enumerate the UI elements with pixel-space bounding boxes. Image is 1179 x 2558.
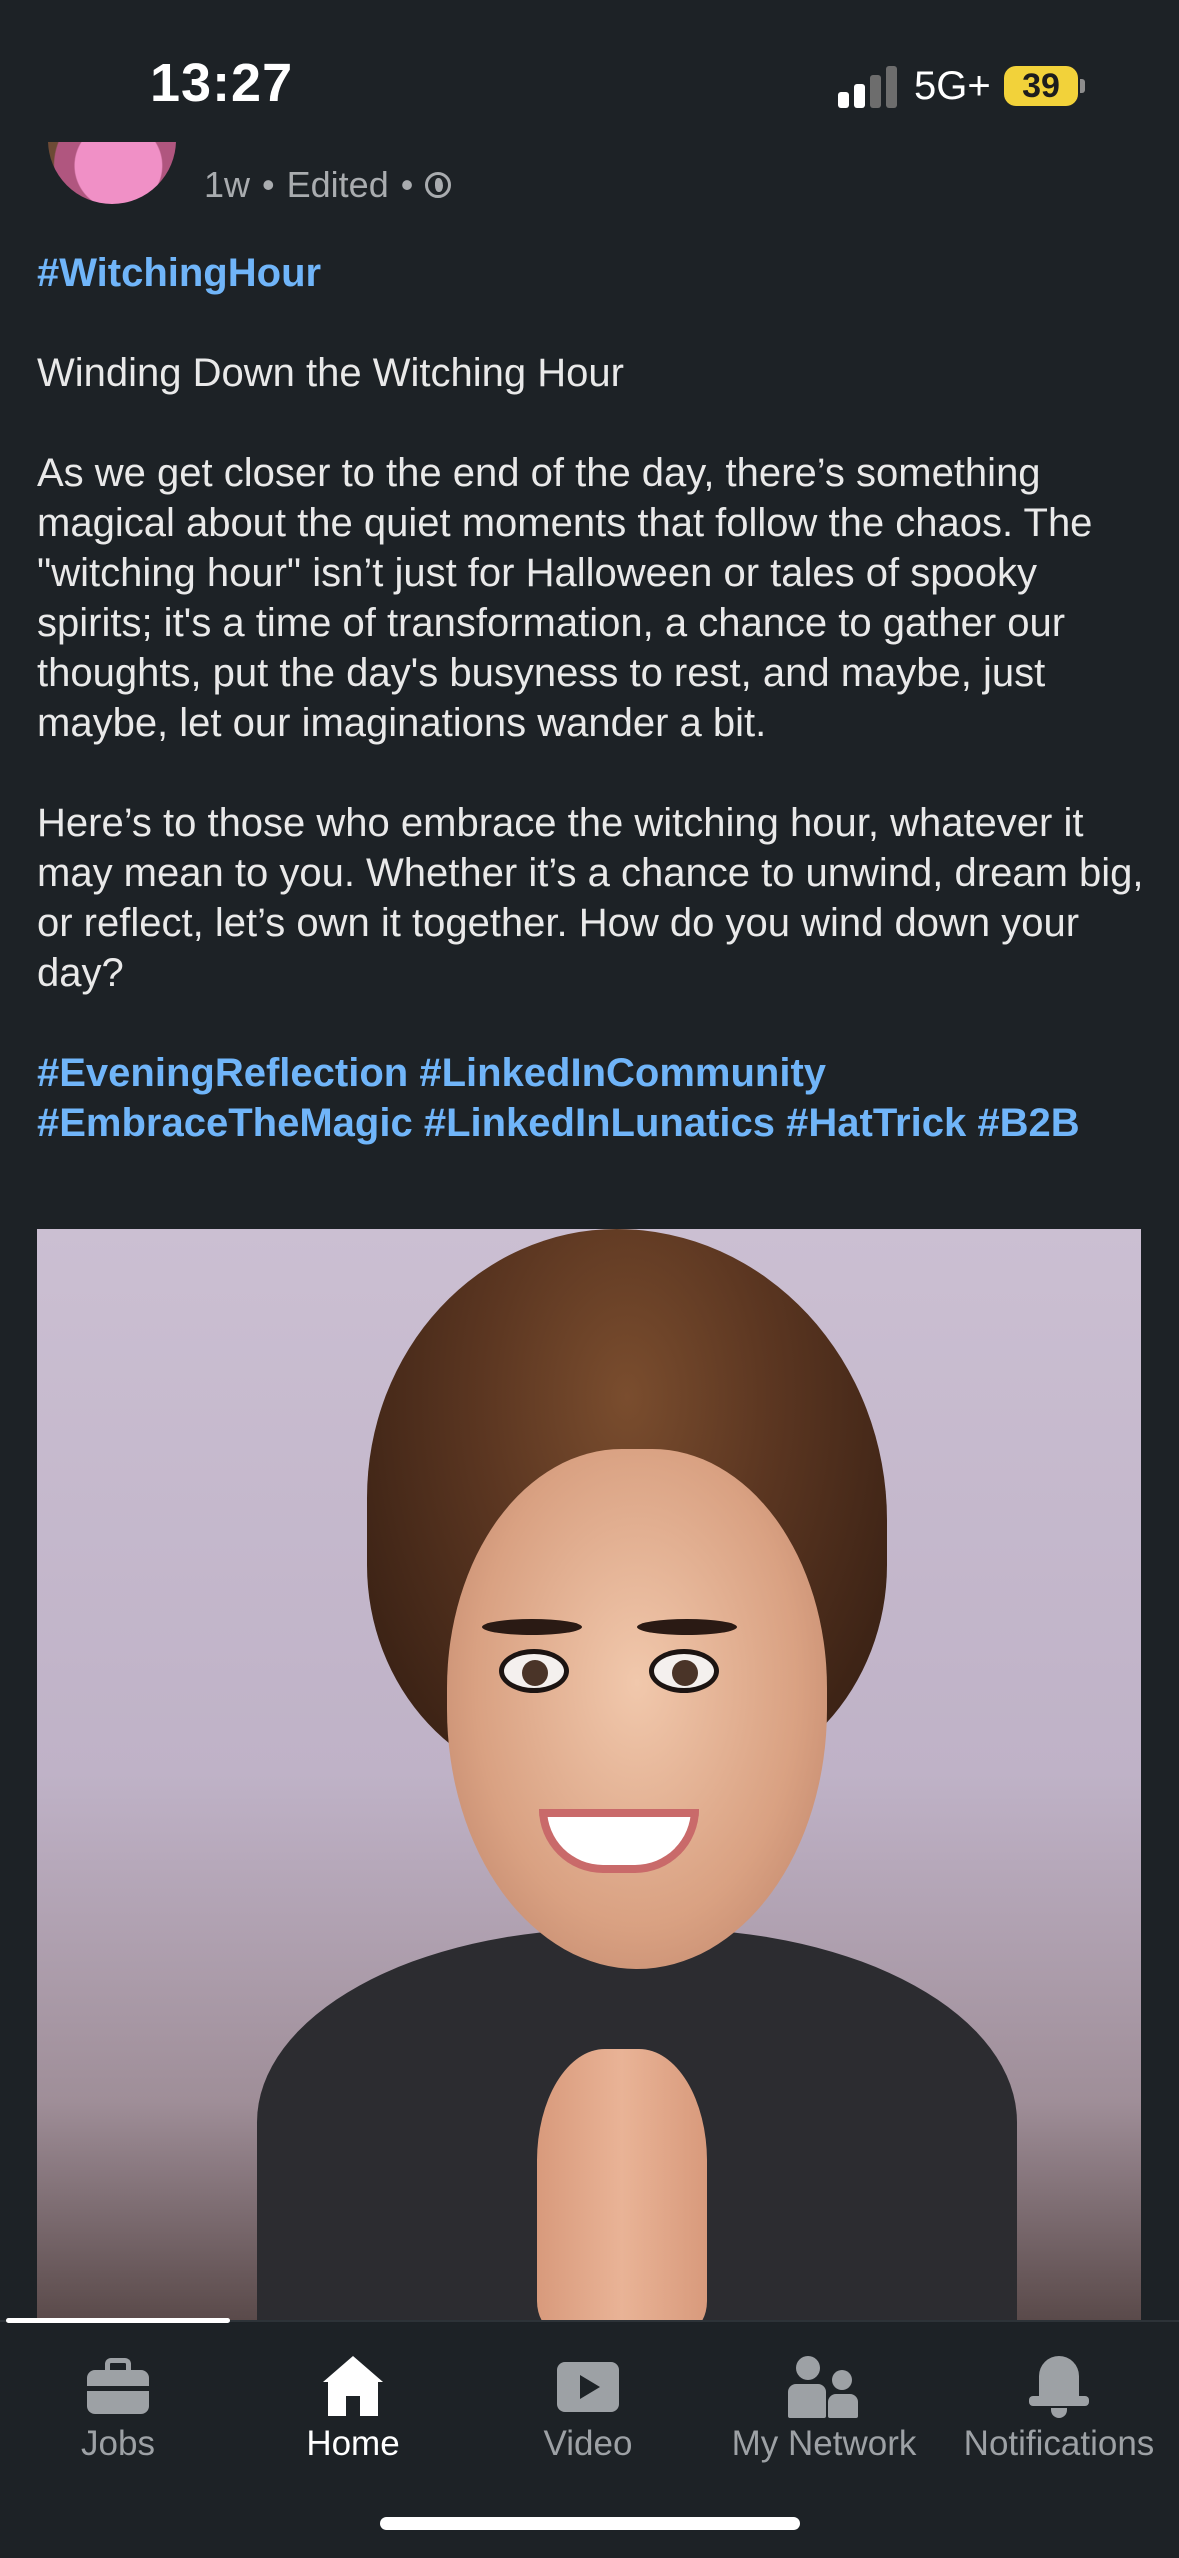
hashtag-link[interactable]: #EmbraceTheMagic [37,1101,413,1145]
tab-label: Video [543,2424,633,2463]
post-title: Winding Down the Witching Hour [37,351,624,395]
active-tab-indicator [6,2318,230,2323]
post-age: 1w [204,164,251,205]
post-meta: 1w • Edited • [204,164,452,206]
tab-label: My Network [731,2424,917,2463]
tab-jobs[interactable]: Jobs [0,2338,236,2463]
eyebrow-left [482,1619,582,1635]
meta-separator: • [400,164,414,205]
network-type: 5G+ [914,64,991,108]
meta-separator: • [262,164,275,205]
home-indicator[interactable] [380,2517,800,2530]
battery-icon: 39 [1004,66,1078,106]
post-body: #WitchingHour Winding Down the Witching … [37,248,1147,1148]
tab-video[interactable]: Video [470,2338,706,2463]
eye-right [649,1649,719,1693]
post-paragraph-2: Here’s to those who embrace the witching… [37,801,1144,995]
status-bar: 13:27 5G+ 39 [0,0,1179,170]
hashtag-witchinghour[interactable]: #WitchingHour [37,251,321,295]
eye-left [499,1649,569,1693]
edited-label: Edited [286,164,389,205]
tab-home[interactable]: Home [235,2338,471,2463]
video-icon [557,2362,619,2412]
tab-my-network[interactable]: My Network [706,2338,942,2463]
tab-label: Jobs [81,2424,155,2463]
eyebrow-right [637,1619,737,1635]
tab-label: Home [306,2424,400,2463]
home-icon [320,2356,386,2416]
briefcase-icon [87,2358,149,2414]
hashtag-link[interactable]: #HatTrick [786,1101,966,1145]
hashtag-link[interactable]: #B2B [977,1101,1079,1145]
clock: 13:27 [150,53,294,113]
tab-label: Notifications [963,2424,1155,2463]
hashtag-link[interactable]: #LinkedInLunatics [424,1101,775,1145]
bell-icon [1029,2356,1089,2420]
post-image[interactable] [37,1229,1141,2320]
neckline-shape [537,2049,707,2320]
post-paragraph-1: As we get closer to the end of the day, … [37,451,1093,745]
hashtag-link[interactable]: #LinkedInCommunity [419,1051,826,1095]
hashtag-link[interactable]: #EveningReflection [37,1051,408,1095]
signal-icon [838,66,898,108]
author-avatar[interactable] [48,142,176,210]
globe-icon [425,172,452,198]
network-icon [788,2356,860,2418]
battery-cap [1080,79,1085,93]
tab-notifications[interactable]: Notifications [941,2338,1177,2463]
hashtag-list: #EveningReflection #LinkedInCommunity #E… [37,1048,1147,1148]
face-shape [447,1449,827,1969]
